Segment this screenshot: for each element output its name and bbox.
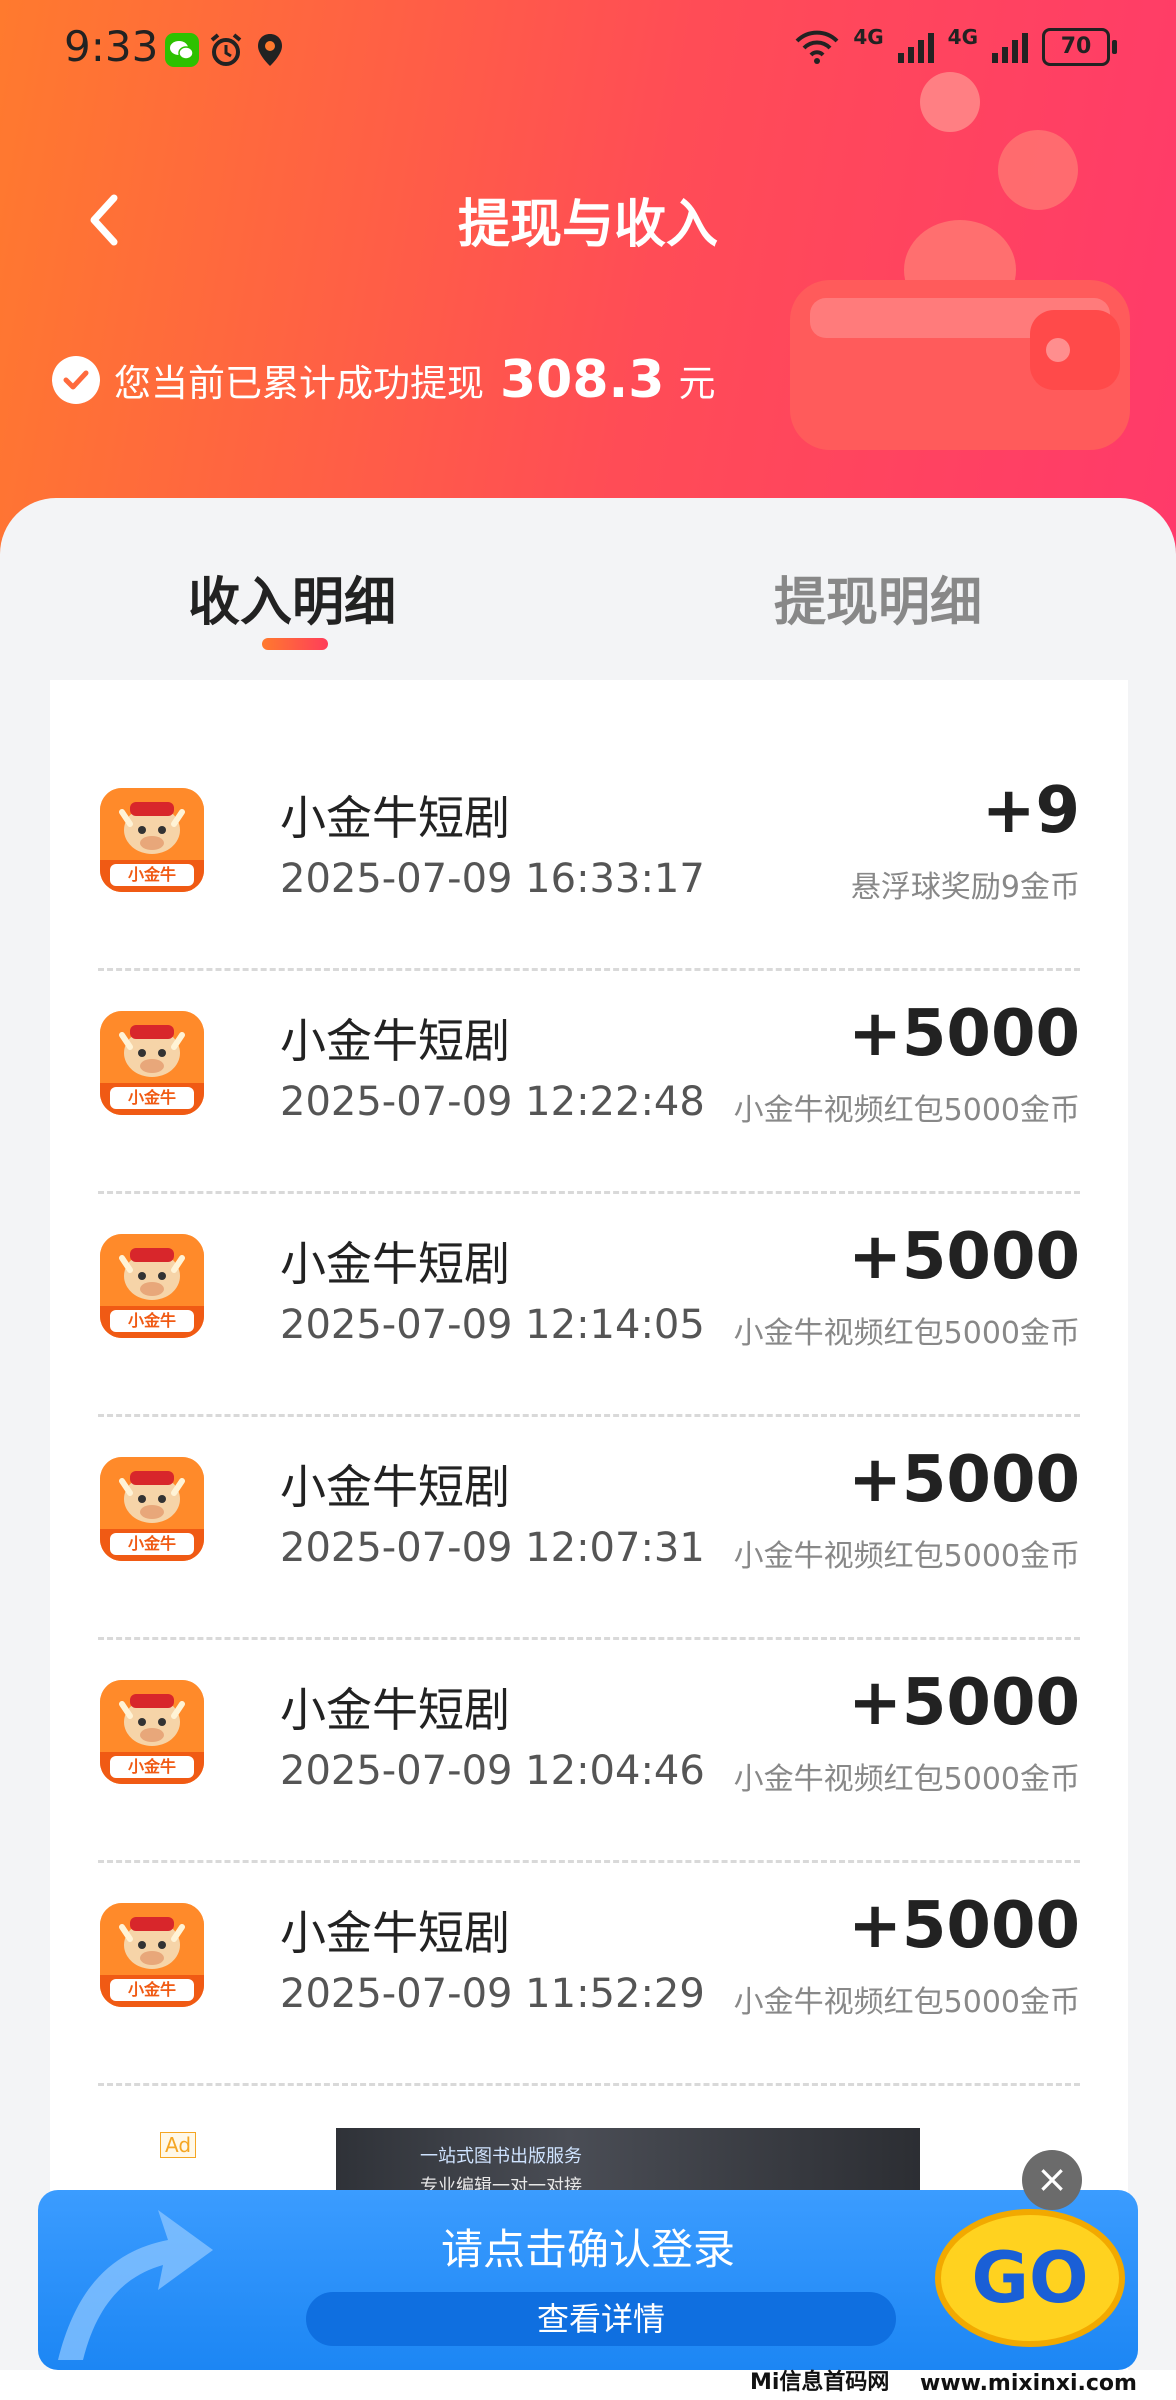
header-background: 9:33 4G 4G 70 提现与收入 您当前已累计成功提现 308.3 元 <box>0 0 1176 560</box>
record-timestamp: 2025-07-09 12:04:46 <box>280 1748 705 1794</box>
record-app-name: 小金牛短剧 <box>280 1906 510 1960</box>
income-record-row[interactable]: 小金牛 小金牛短剧 2025-07-09 12:04:46 +5000 小金牛视频红包5… <box>98 1638 1080 1863</box>
record-app-name: 小金牛短剧 <box>280 1460 510 1514</box>
location-icon <box>258 34 282 66</box>
record-timestamp: 2025-07-09 16:33:17 <box>280 856 705 902</box>
tab-withdraw-details[interactable]: 提现明细 <box>774 560 982 635</box>
record-timestamp: 2025-07-09 11:52:29 <box>280 1971 705 2017</box>
record-amount: +9 <box>981 774 1080 848</box>
withdraw-summary: 您当前已累计成功提现 308.3 元 <box>52 350 715 410</box>
app-icon-xiaojinniu: 小金牛 <box>100 788 204 892</box>
network-label-2: 4G <box>947 25 978 49</box>
go-label: GO <box>972 2237 1089 2319</box>
active-tab-indicator <box>262 638 328 650</box>
app-icon-xiaojinniu: 小金牛 <box>100 1234 204 1338</box>
record-description: 小金牛视频红包5000金币 <box>733 1762 1080 1797</box>
record-app-name: 小金牛短剧 <box>280 1014 510 1068</box>
income-record-row[interactable]: 小金牛 小金牛短剧 2025-07-09 16:33:17 +9 悬浮球奖励9金币 <box>98 746 1080 971</box>
summary-label: 您当前已累计成功提现 <box>114 362 484 405</box>
check-circle-icon <box>52 356 100 404</box>
signal-bars-2-icon <box>992 31 1028 63</box>
go-button-icon[interactable]: GO <box>930 2206 1130 2356</box>
close-ad-button[interactable]: × <box>1022 2150 1082 2210</box>
view-details-button[interactable]: 查看详情 <box>306 2292 896 2346</box>
app-icon-label: 小金牛 <box>127 1534 176 1553</box>
app-icon-xiaojinniu: 小金牛 <box>100 1457 204 1561</box>
wallet-coins-illustration <box>790 72 1130 450</box>
signal-bars-1-icon <box>897 31 934 63</box>
watermark-left: Mi信息首码网 <box>750 2370 890 2395</box>
app-icon-label: 小金牛 <box>127 1757 176 1776</box>
tab-income-details[interactable]: 收入明细 <box>188 560 396 635</box>
record-timestamp: 2025-07-09 12:22:48 <box>280 1079 705 1125</box>
record-app-name: 小金牛短剧 <box>280 791 510 845</box>
record-description: 悬浮球奖励9金币 <box>850 870 1080 905</box>
app-icon-label: 小金牛 <box>127 1980 176 1999</box>
alarm-icon <box>210 33 242 66</box>
ad-thumb-text-1: 一站式图书出版服务 <box>420 2146 582 2167</box>
app-icon-xiaojinniu: 小金牛 <box>100 1903 204 2007</box>
record-description: 小金牛视频红包5000金币 <box>733 1985 1080 2020</box>
network-label-1: 4G <box>853 25 884 49</box>
ad-badge: Ad <box>160 2132 197 2158</box>
record-description: 小金牛视频红包5000金币 <box>733 1539 1080 1574</box>
income-record-row[interactable]: 小金牛 小金牛短剧 2025-07-09 12:22:48 +5000 小金牛视频红包5… <box>98 969 1080 1194</box>
record-timestamp: 2025-07-09 12:07:31 <box>280 1525 705 1571</box>
app-icon-xiaojinniu: 小金牛 <box>100 1680 204 1784</box>
watermark-right: www.mixinxi.com <box>920 2371 1137 2396</box>
record-amount: +5000 <box>848 1889 1080 1963</box>
record-amount: +5000 <box>848 997 1080 1071</box>
app-icon-label: 小金牛 <box>127 865 176 884</box>
record-amount: +5000 <box>848 1220 1080 1294</box>
status-time: 9:33 <box>64 22 159 71</box>
summary-amount: 308.3 <box>500 350 665 410</box>
record-description: 小金牛视频红包5000金币 <box>733 1093 1080 1128</box>
record-amount: +5000 <box>848 1666 1080 1740</box>
tab-bar: 收入明细 提现明细 <box>0 498 1176 678</box>
record-app-name: 小金牛短剧 <box>280 1683 510 1737</box>
record-timestamp: 2025-07-09 12:14:05 <box>280 1302 705 1348</box>
record-amount: +5000 <box>848 1443 1080 1517</box>
app-icon-xiaojinniu: 小金牛 <box>100 1011 204 1115</box>
app-icon-label: 小金牛 <box>127 1088 176 1107</box>
app-icon-label: 小金牛 <box>127 1311 176 1330</box>
income-record-row[interactable]: 小金牛 小金牛短剧 2025-07-09 12:14:05 +5000 小金牛视频红包5… <box>98 1192 1080 1417</box>
watermark-bar: Mi信息首码网 www.mixinxi.com <box>0 2370 1176 2400</box>
income-record-row[interactable]: 小金牛 小金牛短剧 2025-07-09 12:07:31 +5000 小金牛视频红包5… <box>98 1415 1080 1640</box>
record-description: 小金牛视频红包5000金币 <box>733 1316 1080 1351</box>
summary-unit: 元 <box>678 362 716 405</box>
content-panel: 收入明细 提现明细 小金牛 小金牛短剧 2025-07-09 16:33:17 +9 悬… <box>0 498 1176 2400</box>
wechat-icon <box>165 33 199 67</box>
income-record-row[interactable]: 小金牛 小金牛短剧 2025-07-09 11:52:29 +5000 小金牛视频红包5… <box>98 1861 1080 2086</box>
record-app-name: 小金牛短剧 <box>280 1237 510 1291</box>
